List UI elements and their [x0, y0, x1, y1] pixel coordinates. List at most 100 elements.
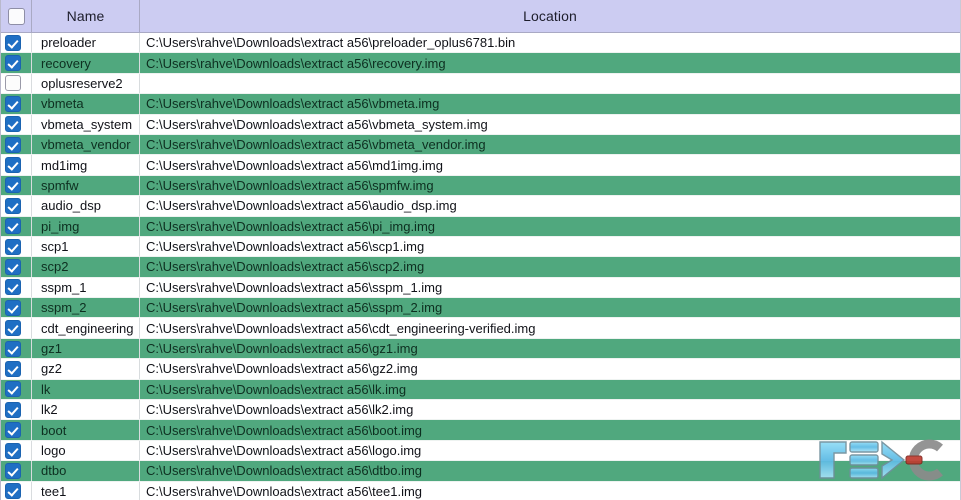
cell-name: vbmeta_system	[32, 114, 140, 134]
row-checkbox-cell[interactable]	[1, 420, 32, 440]
checkbox-checked-icon[interactable]	[5, 95, 21, 112]
table-row[interactable]: scp1 C:\Users\rahve\Downloads\extract a56…	[1, 236, 960, 258]
row-checkbox-cell[interactable]	[1, 379, 32, 400]
row-checkbox-cell[interactable]	[1, 53, 32, 73]
cell-name: dtbo	[32, 461, 140, 481]
table-row[interactable]: sspm_1 C:\Users\rahve\Downloads\extract a…	[1, 277, 960, 299]
cell-location: C:\Users\rahve\Downloads\extract a56\rec…	[146, 55, 446, 71]
table-row[interactable]: vbmeta C:\Users\rahve\Downloads\extract a…	[1, 94, 960, 115]
checkbox-checked-icon[interactable]	[5, 177, 21, 194]
checkbox-checked-icon[interactable]	[5, 401, 21, 418]
table-row[interactable]: spmfw C:\Users\rahve\Downloads\extract a5…	[1, 175, 960, 197]
select-all-checkbox-icon[interactable]	[7, 7, 25, 25]
checkbox-checked-icon[interactable]	[5, 340, 21, 357]
cell-name: lk2	[32, 400, 140, 420]
checkbox-checked-icon[interactable]	[5, 116, 21, 133]
row-checkbox-cell[interactable]	[1, 440, 32, 461]
cell-location: C:\Users\rahve\Downloads\extract a56\ssp…	[146, 279, 443, 295]
column-header-name[interactable]: Name	[32, 0, 140, 32]
table-row[interactable]: oplusreserve2	[1, 73, 960, 95]
row-checkbox-cell[interactable]	[1, 359, 32, 379]
cell-location: C:\Users\rahve\Downloads\extract a56\pi_…	[146, 218, 436, 234]
table-row[interactable]: vbmeta_system C:\Users\rahve\Downloads\ex…	[1, 114, 960, 135]
checkbox-checked-icon[interactable]	[5, 34, 21, 51]
table-row[interactable]: dtbo C:\Users\rahve\Downloads\extract a56…	[1, 461, 960, 482]
checkbox-checked-icon[interactable]	[5, 258, 21, 275]
checkbox-checked-icon[interactable]	[5, 320, 21, 337]
row-checkbox-cell[interactable]	[1, 400, 32, 420]
cell-name: gz2	[32, 359, 140, 379]
checkbox-unchecked-icon[interactable]	[5, 75, 21, 92]
column-header-location-label: Location	[523, 8, 577, 24]
table-row[interactable]: preloader C:\Users\rahve\Downloads\extrac…	[1, 33, 960, 54]
checkbox-checked-icon[interactable]	[5, 299, 21, 316]
checkbox-checked-icon[interactable]	[5, 197, 21, 214]
cell-location: C:\Users\rahve\Downloads\extract a56\ssp…	[146, 300, 443, 316]
row-checkbox-cell[interactable]	[1, 338, 32, 359]
cell-name: sspm_1	[32, 277, 140, 298]
row-checkbox-cell[interactable]	[1, 318, 32, 338]
cell-name: scp1	[32, 236, 140, 257]
row-checkbox-cell[interactable]	[1, 277, 32, 298]
table-row[interactable]: lk2 C:\Users\rahve\Downloads\extract a56\…	[1, 400, 960, 421]
row-checkbox-cell[interactable]	[1, 33, 32, 53]
cell-location: C:\Users\rahve\Downloads\extract a56\dtb…	[146, 463, 423, 479]
table-row[interactable]: md1img C:\Users\rahve\Downloads\extract a…	[1, 155, 960, 176]
checkbox-checked-icon[interactable]	[5, 381, 21, 398]
checkbox-checked-icon[interactable]	[5, 360, 21, 377]
checkbox-checked-icon[interactable]	[5, 442, 21, 459]
grid-body: preloader C:\Users\rahve\Downloads\extrac…	[1, 33, 960, 500]
table-row[interactable]: boot C:\Users\rahve\Downloads\extract a56…	[1, 420, 960, 441]
table-row[interactable]: vbmeta_vendor C:\Users\rahve\Downloads\ex…	[1, 134, 960, 156]
row-checkbox-cell[interactable]	[1, 114, 32, 134]
cell-name: gz1	[32, 338, 140, 359]
table-row[interactable]: lk C:\Users\rahve\Downloads\extract a56\l…	[1, 379, 960, 401]
table-row[interactable]: gz1 C:\Users\rahve\Downloads\extract a56\…	[1, 338, 960, 360]
row-checkbox-cell[interactable]	[1, 257, 32, 277]
table-row[interactable]: scp2 C:\Users\rahve\Downloads\extract a56…	[1, 257, 960, 278]
checkbox-checked-icon[interactable]	[5, 462, 21, 479]
checkbox-checked-icon[interactable]	[5, 136, 21, 153]
column-header-location[interactable]: Location	[140, 0, 960, 32]
cell-location: C:\Users\rahve\Downloads\extract a56\tee…	[146, 483, 423, 499]
cell-location: C:\Users\rahve\Downloads\extract a56\gz2…	[146, 361, 418, 377]
cell-name: boot	[32, 420, 140, 440]
checkbox-checked-icon[interactable]	[5, 157, 21, 174]
cell-location: C:\Users\rahve\Downloads\extract a56\pre…	[146, 35, 516, 51]
table-row[interactable]: cdt_engineering C:\Users\rahve\Downloads\…	[1, 318, 960, 339]
row-checkbox-cell[interactable]	[1, 461, 32, 481]
checkbox-checked-icon[interactable]	[5, 483, 21, 500]
cell-location: C:\Users\rahve\Downloads\extract a56\spm…	[146, 177, 434, 193]
table-row[interactable]: pi_img C:\Users\rahve\Downloads\extract a…	[1, 216, 960, 237]
cell-location: C:\Users\rahve\Downloads\extract a56\vbm…	[146, 116, 488, 132]
row-checkbox-cell[interactable]	[1, 134, 32, 155]
cell-name: recovery	[32, 53, 140, 73]
row-checkbox-cell[interactable]	[1, 298, 32, 318]
row-checkbox-cell[interactable]	[1, 94, 32, 114]
table-row[interactable]: logo C:\Users\rahve\Downloads\extract a56…	[1, 440, 960, 462]
cell-name: pi_img	[32, 216, 140, 236]
checkbox-checked-icon[interactable]	[5, 218, 21, 235]
checkbox-checked-icon[interactable]	[5, 422, 21, 439]
table-row[interactable]: tee1 C:\Users\rahve\Downloads\extract a56…	[1, 481, 960, 500]
row-checkbox-cell[interactable]	[1, 216, 32, 236]
table-row[interactable]: audio_dsp C:\Users\rahve\Downloads\extrac…	[1, 196, 960, 217]
checkbox-checked-icon[interactable]	[5, 238, 21, 255]
cell-location: C:\Users\rahve\Downloads\extract a56\aud…	[146, 198, 457, 214]
row-checkbox-cell[interactable]	[1, 236, 32, 257]
table-row[interactable]: gz2 C:\Users\rahve\Downloads\extract a56\…	[1, 359, 960, 380]
row-checkbox-cell[interactable]	[1, 175, 32, 196]
table-row[interactable]: recovery C:\Users\rahve\Downloads\extract…	[1, 53, 960, 74]
checkbox-checked-icon[interactable]	[5, 279, 21, 296]
row-checkbox-cell[interactable]	[1, 481, 32, 500]
row-checkbox-cell[interactable]	[1, 196, 32, 216]
checkbox-checked-icon[interactable]	[5, 55, 21, 72]
row-checkbox-cell[interactable]	[1, 155, 32, 175]
cell-name: preloader	[32, 33, 140, 53]
table-row[interactable]: sspm_2 C:\Users\rahve\Downloads\extract a…	[1, 298, 960, 319]
cell-name: audio_dsp	[32, 196, 140, 216]
row-checkbox-cell[interactable]	[1, 73, 32, 94]
cell-name: spmfw	[32, 175, 140, 196]
cell-name: vbmeta	[32, 94, 140, 114]
column-header-select-all[interactable]	[1, 0, 32, 32]
